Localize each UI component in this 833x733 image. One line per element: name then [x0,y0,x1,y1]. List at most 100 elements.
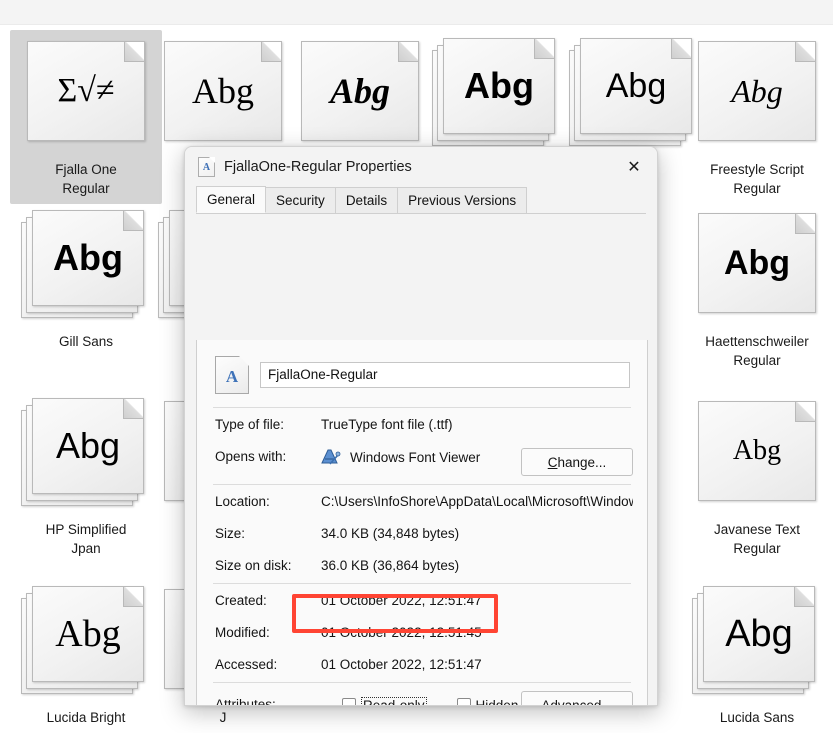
change-button[interactable]: Change... [521,448,633,476]
font-tile-label: HaettenschweilerRegular [681,328,833,376]
tab-previous-versions[interactable]: Previous Versions [397,187,527,213]
created-label: Created: [215,592,321,610]
tab-strip: GeneralSecurityDetailsPrevious Versions [196,187,646,214]
dialog-title: FjallaOne-Regular Properties [224,159,412,175]
font-file-thumbnail: Abg [432,38,562,156]
font-tile-label: Lucida Sans [681,704,833,733]
font-preview-glyph: Abg [731,75,783,107]
file-explorer-window: Σ√≠Fjalla OneRegularAbgFoAbgAbgAbgcAbgFr… [0,0,833,700]
checkbox-box[interactable] [342,698,356,706]
page-fold-corner [795,401,816,422]
close-icon[interactable]: ✕ [611,147,657,187]
page-fold-corner [795,41,816,62]
thumbnail-sheet-front: Σ√≠ [27,41,145,141]
font-file-icon: A [198,157,215,177]
tab-details[interactable]: Details [335,187,398,213]
opens-with-row: Opens with: Windows Font Viewer [211,441,633,483]
general-tab-panel: A FjallaOne-Regular Type of file: TrueTy… [196,340,648,706]
size-on-disk-row: Size on disk: 36.0 KB (36,864 bytes) [211,550,633,582]
thumbnail-sheet-front: Abg [698,41,816,141]
thumbnail-sheet-front: Abg [443,38,555,134]
font-preview-glyph: Abg [330,73,390,109]
page-fold-corner [239,356,249,366]
font-tile[interactable]: Abg Lucida Sans [681,578,833,733]
font-tile-label: Fjalla OneRegular [10,156,162,204]
font-tile[interactable]: Abg Javanese TextRegular [681,390,833,564]
font-preview-glyph: Σ√≠ [57,74,114,108]
location-value: C:\Users\InfoShore\AppData\Local\Microso… [321,493,633,511]
type-of-file-label: Type of file: [215,416,321,434]
location-label: Location: [215,493,321,511]
opens-with-value: Windows Font Viewer [350,450,480,465]
divider [213,407,631,408]
accessed-value: 01 October 2022, 12:51:47 [321,656,633,674]
letter-a-glyph: A [216,367,248,387]
font-file-thumbnail: Abg [21,398,151,516]
hidden-checkbox[interactable]: Hidden [457,698,519,707]
page-fold-corner [123,586,144,607]
font-tile[interactable]: Σ√≠ Fjalla OneRegular [10,30,162,204]
accessed-row: Accessed: 01 October 2022, 12:51:47 [211,649,633,681]
divider [213,484,631,485]
read-only-label: Read-only [361,697,427,707]
created-row: Created: 01 October 2022, 12:51:47 [211,585,633,617]
font-file-thumbnail: Abg [21,210,151,328]
thumbnail-sheet-front: Abg [32,398,144,494]
page-fold-corner [261,41,282,62]
font-file-thumbnail: Abg [692,38,822,156]
font-file-thumbnail: Abg [158,38,288,156]
change-accel: C [548,455,558,470]
font-tile[interactable]: AbgFreestyle ScriptRegular [681,30,833,204]
font-tile[interactable]: Abg HaettenschweilerRegular [681,202,833,376]
filename-input[interactable]: FjallaOne-Regular [260,362,630,388]
thumbnail-sheet-front: Abg [164,41,282,141]
font-tile[interactable]: AbgGill Sans [10,202,162,357]
font-tile-label: Gill Sans [10,328,162,357]
font-preview-glyph: Abg [464,68,534,104]
font-tile-label: J [147,704,299,733]
opens-with-label: Opens with: [215,448,321,466]
tab-security[interactable]: Security [265,187,336,213]
attributes-label: Attributes: [215,696,321,706]
font-preview-glyph: Abg [725,615,793,653]
size-value: 34.0 KB (34,848 bytes) [321,525,633,543]
hidden-label: Hidden [476,698,519,707]
modified-value: 01 October 2022, 12:51:45 [321,624,633,642]
windows-font-viewer-icon [321,448,341,466]
font-tile[interactable]: AbgHP SimplifiedJpan [10,390,162,564]
read-only-checkbox[interactable]: Read-only [342,697,427,707]
font-tile-label: Javanese TextRegular [681,516,833,564]
font-preview-glyph: Abg [724,246,790,280]
divider [213,583,631,584]
modified-label: Modified: [215,624,321,642]
advanced-accel: d [550,698,558,707]
checkbox-box[interactable] [457,698,471,706]
page-fold-corner [123,210,144,231]
font-file-thumbnail: Abg [692,586,822,704]
thumbnail-sheet-front: Abg [301,41,419,141]
font-file-thumbnail: Abg [692,398,822,516]
modified-row: Modified: 01 October 2022, 12:51:45 [211,617,633,649]
explorer-toolbar [0,0,833,25]
created-value: 01 October 2022, 12:51:47 [321,592,633,610]
thumbnail-sheet-front: Abg [698,401,816,501]
type-of-file-value: TrueType font file (.ttf) [321,416,633,434]
hidden-accel: H [476,698,486,707]
font-tile[interactable]: AbgLucida Bright [10,578,162,733]
tab-general[interactable]: General [196,186,266,213]
advanced-button[interactable]: Advanced... [521,691,633,706]
letter-a-glyph: A [199,162,214,173]
divider [213,682,631,683]
thumbnail-sheet-front: Abg [580,38,692,134]
thumbnail-sheet-front: Abg [703,586,815,682]
page-fold-corner [124,41,145,62]
dialog-titlebar[interactable]: A FjallaOne-Regular Properties ✕ [185,147,657,187]
font-file-thumbnail: Abg [692,210,822,328]
font-preview-glyph: Abg [56,428,120,464]
font-file-thumbnail: Σ√≠ [21,38,151,156]
filename-row: A FjallaOne-Regular [211,352,633,406]
location-row: Location: C:\Users\InfoShore\AppData\Loc… [211,486,633,518]
font-file-thumbnail: Abg [569,38,699,156]
properties-dialog: A FjallaOne-Regular Properties ✕ General… [184,146,658,706]
font-preview-glyph: Abg [192,73,254,109]
